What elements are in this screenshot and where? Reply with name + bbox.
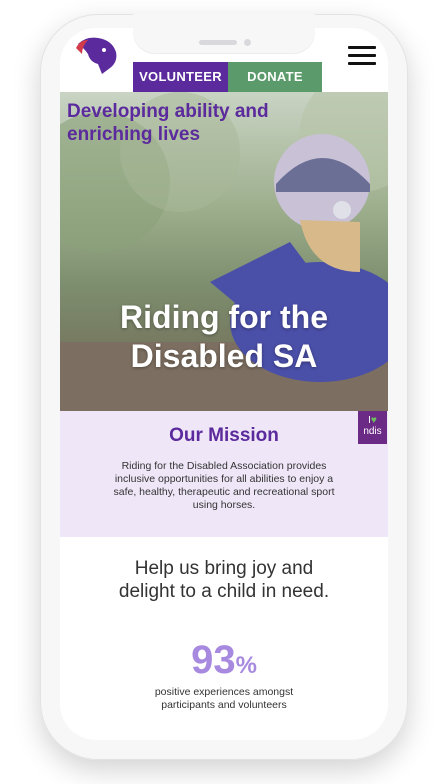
mission-text: Riding for the Disabled Association prov… [113,460,335,511]
camera-icon [244,39,251,46]
help-heading: Help us bring joy and delight to a child… [118,558,330,602]
stat-description: positive experiences amongst participant… [154,686,294,711]
volunteer-button[interactable]: VOLUNTEER [133,62,228,92]
hamburger-menu-icon[interactable] [348,46,376,66]
stat-value: 93% [60,638,388,683]
menu-bar [348,54,376,57]
hero-title-line1: Riding for the [120,299,328,335]
speaker-icon [199,40,237,45]
phone-notch [133,14,315,54]
mission-title: Our Mission [169,425,279,446]
hero-tagline: Developing ability and enriching lives [67,101,269,145]
stat-suffix: % [235,652,257,679]
hero-title: Riding for the Disabled SA [60,298,388,376]
menu-bar [348,46,376,49]
donate-button[interactable]: DONATE [228,62,322,92]
horse-head-logo-icon[interactable] [72,34,120,78]
hero-title-line2: Disabled SA [130,338,318,374]
menu-bar [348,62,376,65]
stat-number: 93 [191,638,236,682]
